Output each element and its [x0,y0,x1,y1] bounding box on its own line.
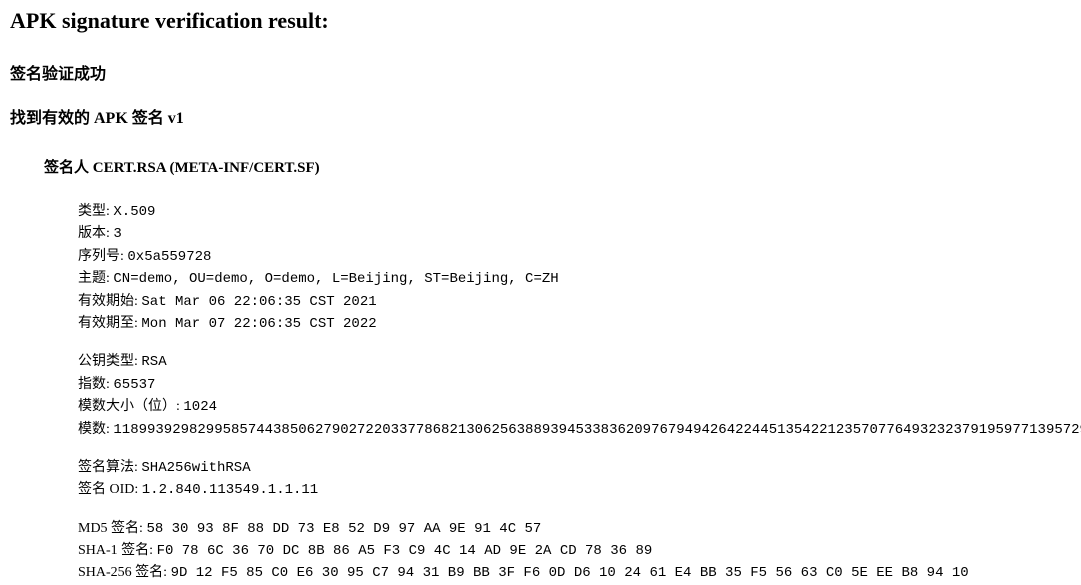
verification-status: 签名验证成功 [10,60,1071,84]
cert-section-sigalg: 签名算法: SHA256withRSA 签名 OID: 1.2.840.1135… [78,457,1071,502]
sha1-label: SHA-1 签名: [78,543,157,558]
sha256-value: 9D 12 F5 85 C0 E6 30 95 C7 94 31 B9 BB 3… [171,565,969,581]
sha256-row: SHA-256 签名: 9D 12 F5 85 C0 E6 30 95 C7 9… [78,562,1071,584]
cert-serial-label: 序列号: [78,249,127,264]
sha1-row: SHA-1 签名: F0 78 6C 36 70 DC 8B 86 A5 F3 … [78,540,1071,562]
signer-heading: 签名人 CERT.RSA (META-INF/CERT.SF) [44,156,1071,177]
cert-subject-value: CN=demo, OU=demo, O=demo, L=Beijing, ST=… [113,271,558,287]
pubkey-modulus-label: 模数: [78,422,113,437]
cert-valid-from-value: Sat Mar 06 22:06:35 CST 2021 [141,294,376,310]
cert-version-value: 3 [113,226,121,242]
cert-valid-to-row: 有效期至: Mon Mar 07 22:06:35 CST 2022 [78,313,1071,335]
signature-found: 找到有效的 APK 签名 v1 [10,104,1071,128]
pubkey-modulus-row: 模数: 118993929829958574438506279027220337… [78,419,1071,441]
cert-valid-from-row: 有效期始: Sat Mar 06 22:06:35 CST 2021 [78,291,1071,313]
md5-label: MD5 签名: [78,521,146,536]
sigalg-row: 签名算法: SHA256withRSA [78,457,1071,479]
pubkey-type-row: 公钥类型: RSA [78,351,1071,373]
pubkey-modsize-value: 1024 [183,399,217,415]
pubkey-exponent-row: 指数: 65537 [78,374,1071,396]
cert-valid-to-label: 有效期至: [78,316,141,331]
certificate-details: 类型: X.509 版本: 3 序列号: 0x5a559728 主题: CN=d… [78,201,1071,585]
pubkey-modsize-row: 模数大小（位）: 1024 [78,396,1071,418]
pubkey-modsize-label: 模数大小（位）: [78,399,183,414]
cert-serial-row: 序列号: 0x5a559728 [78,246,1071,268]
pubkey-modulus-value: 1189939298299585744385062790272203377868… [113,422,1081,438]
pubkey-type-label: 公钥类型: [78,354,141,369]
cert-version-label: 版本: [78,226,113,241]
cert-version-row: 版本: 3 [78,223,1071,245]
md5-value: 58 30 93 8F 88 DD 73 E8 52 D9 97 AA 9E 9… [146,521,541,537]
cert-serial-value: 0x5a559728 [127,249,211,265]
cert-type-label: 类型: [78,204,113,219]
pubkey-exponent-value: 65537 [113,377,155,393]
sha1-value: F0 78 6C 36 70 DC 8B 86 A5 F3 C9 4C 14 A… [157,543,653,559]
cert-type-value: X.509 [113,204,155,220]
sha256-label: SHA-256 签名: [78,565,171,580]
pubkey-exponent-label: 指数: [78,377,113,392]
cert-section-fingerprints: MD5 签名: 58 30 93 8F 88 DD 73 E8 52 D9 97… [78,518,1071,585]
cert-section-pubkey: 公钥类型: RSA 指数: 65537 模数大小（位）: 1024 模数: 11… [78,351,1071,441]
md5-row: MD5 签名: 58 30 93 8F 88 DD 73 E8 52 D9 97… [78,518,1071,540]
cert-section-basic: 类型: X.509 版本: 3 序列号: 0x5a559728 主题: CN=d… [78,201,1071,335]
sigalg-label: 签名算法: [78,460,141,475]
pubkey-type-value: RSA [141,354,166,370]
cert-valid-to-value: Mon Mar 07 22:06:35 CST 2022 [141,316,376,332]
cert-valid-from-label: 有效期始: [78,294,141,309]
cert-subject-label: 主题: [78,271,113,286]
sigoid-row: 签名 OID: 1.2.840.113549.1.1.11 [78,479,1071,501]
sigoid-value: 1.2.840.113549.1.1.11 [142,482,318,498]
cert-subject-row: 主题: CN=demo, OU=demo, O=demo, L=Beijing,… [78,268,1071,290]
page-title: APK signature verification result: [10,8,1071,34]
cert-type-row: 类型: X.509 [78,201,1071,223]
sigalg-value: SHA256withRSA [141,460,250,476]
sigoid-label: 签名 OID: [78,482,142,497]
